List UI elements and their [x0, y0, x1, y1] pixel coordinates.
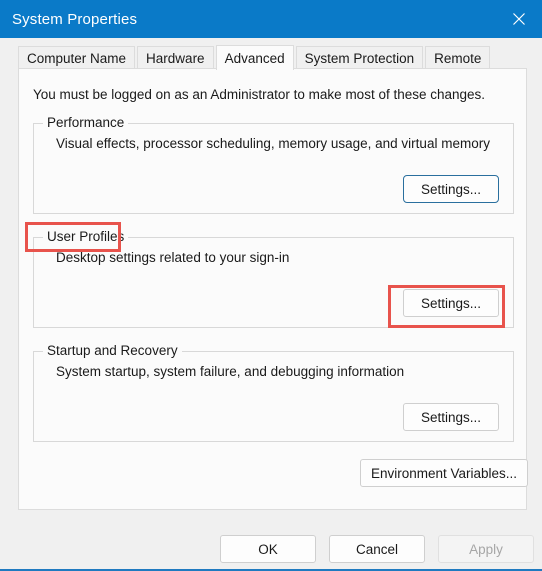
- performance-group: Performance Visual effects, processor sc…: [33, 115, 514, 214]
- tab-label: Computer Name: [27, 50, 127, 66]
- user-profiles-settings-button[interactable]: Settings...: [403, 289, 499, 317]
- tab-remote[interactable]: Remote: [425, 46, 491, 69]
- startup-recovery-group: Startup and Recovery System startup, sys…: [33, 343, 514, 442]
- tab-hardware[interactable]: Hardware: [137, 46, 214, 69]
- apply-button[interactable]: Apply: [438, 535, 534, 563]
- close-icon[interactable]: [496, 0, 542, 38]
- tab-label: Remote: [434, 50, 482, 66]
- user-profiles-description: Desktop settings related to your sign-in: [56, 250, 290, 265]
- user-profiles-group: User Profiles Desktop settings related t…: [33, 229, 514, 328]
- tab-label: Hardware: [146, 50, 205, 66]
- tab-system-protection[interactable]: System Protection: [295, 46, 424, 69]
- environment-variables-button[interactable]: Environment Variables...: [360, 459, 528, 487]
- startup-recovery-description: System startup, system failure, and debu…: [56, 364, 405, 379]
- performance-settings-button[interactable]: Settings...: [403, 175, 499, 203]
- ok-button[interactable]: OK: [220, 535, 316, 563]
- cancel-button[interactable]: Cancel: [329, 535, 425, 563]
- tab-strip: Computer Name Hardware Advanced System P…: [18, 45, 492, 70]
- user-profiles-group-label: User Profiles: [43, 229, 129, 244]
- tab-label: Advanced: [224, 50, 285, 66]
- performance-group-label: Performance: [43, 115, 129, 130]
- performance-description: Visual effects, processor scheduling, me…: [56, 136, 490, 151]
- advanced-tab-panel: You must be logged on as an Administrato…: [18, 68, 528, 510]
- startup-recovery-group-label: Startup and Recovery: [43, 343, 182, 358]
- title-bar: System Properties: [0, 0, 542, 38]
- administrator-note: You must be logged on as an Administrato…: [33, 87, 486, 102]
- tab-computer-name[interactable]: Computer Name: [18, 46, 136, 69]
- tab-label: System Protection: [304, 50, 415, 66]
- startup-recovery-settings-button[interactable]: Settings...: [403, 403, 499, 431]
- system-properties-dialog: System Properties Computer Name Hardware…: [0, 0, 542, 571]
- tab-advanced[interactable]: Advanced: [215, 45, 294, 70]
- window-title: System Properties: [12, 10, 138, 28]
